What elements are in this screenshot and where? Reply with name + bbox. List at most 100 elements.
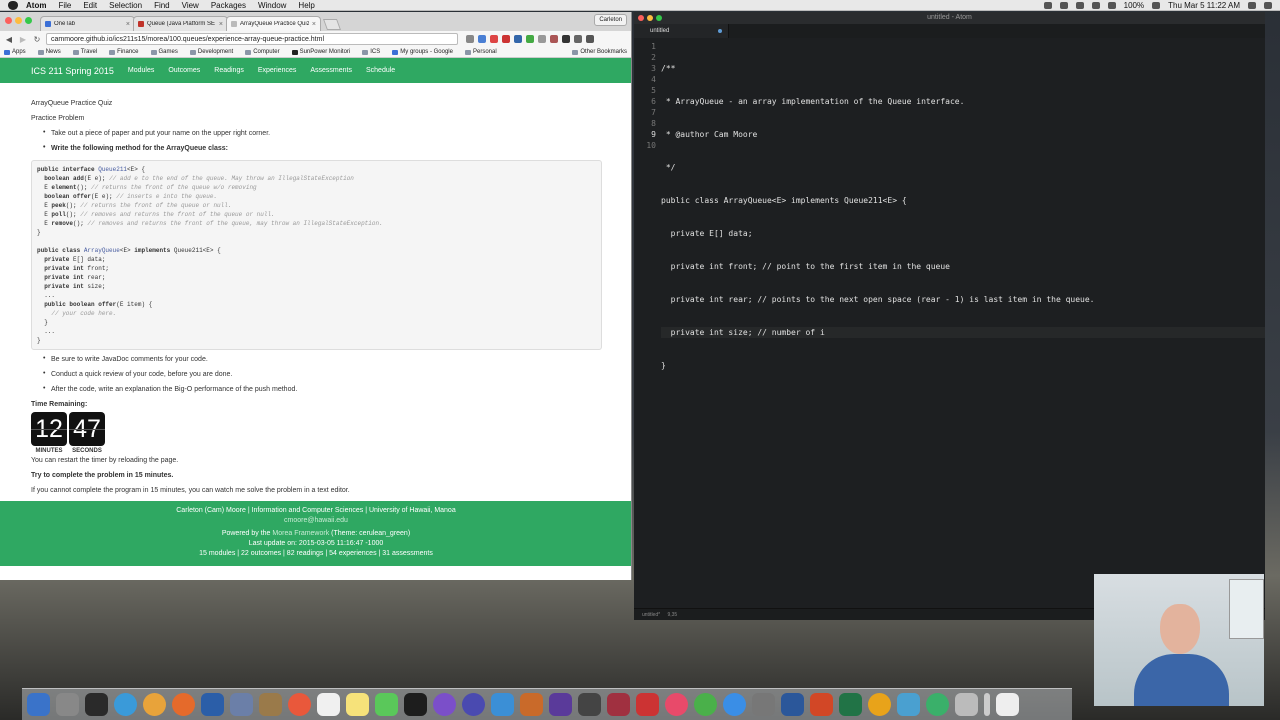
bookmark-google-groups[interactable]: My groups - Google	[392, 49, 453, 55]
app-icon[interactable]	[926, 693, 949, 716]
new-tab-button[interactable]	[322, 19, 342, 30]
battery-icon[interactable]	[1152, 1, 1161, 9]
editor-lines[interactable]: /** * ArrayQueue - an array implementati…	[656, 38, 1265, 608]
eclipse-icon-2[interactable]	[462, 693, 485, 716]
bookmark-travel[interactable]: Travel	[72, 49, 97, 55]
zoom-window-icon[interactable]	[656, 15, 662, 21]
menu-view[interactable]: View	[182, 1, 199, 10]
code-line[interactable]: * ArrayQueue - an array implementation o…	[661, 96, 1265, 107]
browser-tab-arrayqueue-quiz[interactable]: ArrayQueue Practice Quiz ×	[226, 16, 321, 31]
system-preferences-icon[interactable]	[752, 693, 775, 716]
powerpoint-icon[interactable]	[810, 693, 833, 716]
close-window-icon[interactable]	[638, 15, 644, 21]
bookmark-computer[interactable]: Computer	[245, 49, 280, 55]
chrome-icon[interactable]	[143, 693, 166, 716]
notification-center-icon[interactable]	[1264, 1, 1272, 9]
menu-selection[interactable]: Selection	[109, 1, 142, 10]
nav-modules[interactable]: Modules	[128, 67, 154, 74]
app-icon[interactable]	[955, 693, 978, 716]
lastpass-icon[interactable]	[502, 35, 510, 43]
site-brand[interactable]: ICS 211 Spring 2015	[31, 66, 114, 76]
address-bar[interactable]: cammoore.github.io/ics211s15/morea/100.q…	[46, 33, 458, 45]
app-icon[interactable]	[694, 693, 717, 716]
code-line-current[interactable]: private int size; // number of i	[661, 327, 1265, 338]
code-line[interactable]: * @author Cam Moore	[661, 129, 1265, 140]
stickies-icon[interactable]	[346, 693, 369, 716]
github-desktop-icon[interactable]	[549, 693, 572, 716]
timemachine-icon[interactable]	[1059, 1, 1068, 9]
code-line[interactable]: /**	[661, 63, 1265, 74]
document-icon[interactable]	[996, 693, 1019, 716]
bookmark-other[interactable]: Other Bookmarks	[572, 49, 627, 55]
dropbox-icon[interactable]	[1043, 1, 1052, 9]
code-line[interactable]: public class ArrayQueue<E> implements Qu…	[661, 195, 1265, 206]
status-file-name[interactable]: untitled*	[642, 612, 660, 618]
sourcetree-icon[interactable]	[520, 693, 543, 716]
browser-tab-java-queue[interactable]: Queue (Java Platform SE ×	[133, 16, 228, 31]
app-store-icon[interactable]	[723, 693, 746, 716]
bookmark-sunpower[interactable]: SunPower Monitori	[291, 49, 350, 55]
messages-icon[interactable]	[375, 693, 398, 716]
bookmark-games[interactable]: Games	[150, 49, 178, 55]
menu-find[interactable]: Find	[154, 1, 170, 10]
apple-icon[interactable]	[8, 0, 18, 10]
menu-packages[interactable]: Packages	[211, 1, 246, 10]
app-icon[interactable]	[636, 693, 659, 716]
menu-icon[interactable]	[586, 35, 594, 43]
nav-schedule[interactable]: Schedule	[366, 67, 395, 74]
firefox-icon[interactable]	[172, 693, 195, 716]
profile-button[interactable]: Carleton	[594, 14, 627, 26]
atom-tab-untitled[interactable]: untitled	[634, 24, 729, 38]
status-cursor-position[interactable]: 9,35	[667, 612, 677, 618]
code-editor[interactable]: 1 2 3 4 5 6 7 8 9 10 /** * ArrayQueue - …	[634, 38, 1265, 608]
spotlight-search-icon[interactable]	[1248, 1, 1256, 9]
safari-icon[interactable]	[114, 693, 137, 716]
bluetooth-icon[interactable]	[1075, 1, 1084, 9]
info-icon[interactable]	[574, 35, 582, 43]
app-icon[interactable]	[607, 693, 630, 716]
bookmark-development[interactable]: Development	[189, 49, 233, 55]
code-line[interactable]: }	[661, 360, 1265, 371]
app-icon[interactable]	[201, 693, 224, 716]
eclipse-icon[interactable]	[433, 693, 456, 716]
minimize-window-icon[interactable]	[647, 15, 653, 21]
battery-percent[interactable]: 100%	[1124, 1, 1144, 10]
bookmark-ics[interactable]: ICS	[362, 49, 380, 55]
close-tab-icon[interactable]: ×	[312, 21, 316, 28]
nav-outcomes[interactable]: Outcomes	[168, 67, 200, 74]
wifi-icon[interactable]	[1091, 1, 1100, 9]
nav-assessments[interactable]: Assessments	[310, 67, 352, 74]
extension-icon[interactable]	[478, 35, 486, 43]
terminal-icon[interactable]	[404, 693, 427, 716]
nav-readings[interactable]: Readings	[214, 67, 244, 74]
preview-icon[interactable]	[230, 693, 253, 716]
code-line[interactable]: private E[] data;	[661, 228, 1265, 239]
extension-icon[interactable]	[538, 35, 546, 43]
close-tab-icon[interactable]: ×	[219, 21, 223, 28]
close-window-icon[interactable]	[5, 17, 12, 24]
bookmark-personal[interactable]: Personal	[464, 49, 497, 55]
unsaved-dot-icon[interactable]	[718, 29, 722, 33]
app-icon[interactable]	[897, 693, 920, 716]
word-icon[interactable]	[781, 693, 804, 716]
mission-control-icon[interactable]	[85, 693, 108, 716]
outlook-icon[interactable]	[868, 693, 891, 716]
extension-icon[interactable]	[526, 35, 534, 43]
clock[interactable]: Thu Mar 5 11:22 AM	[1168, 1, 1240, 10]
extension-icon[interactable]	[550, 35, 558, 43]
volume-icon[interactable]	[1107, 1, 1116, 9]
nav-experiences[interactable]: Experiences	[258, 67, 297, 74]
forward-icon[interactable]: ▶	[18, 35, 28, 44]
close-tab-icon[interactable]: ×	[126, 21, 130, 28]
bookmark-star-icon[interactable]	[466, 35, 474, 43]
framework-link[interactable]: Morea Framework	[272, 530, 329, 537]
excel-icon[interactable]	[839, 693, 862, 716]
back-icon[interactable]: ◀	[4, 35, 14, 44]
finder-icon[interactable]	[27, 693, 50, 716]
itunes-icon[interactable]	[665, 693, 688, 716]
code-line[interactable]: private int rear; // points to the next …	[661, 294, 1265, 305]
bookmark-finance[interactable]: Finance	[109, 49, 139, 55]
notes-icon[interactable]	[317, 693, 340, 716]
bookmark-news[interactable]: News	[37, 49, 61, 55]
pinterest-icon[interactable]	[514, 35, 522, 43]
